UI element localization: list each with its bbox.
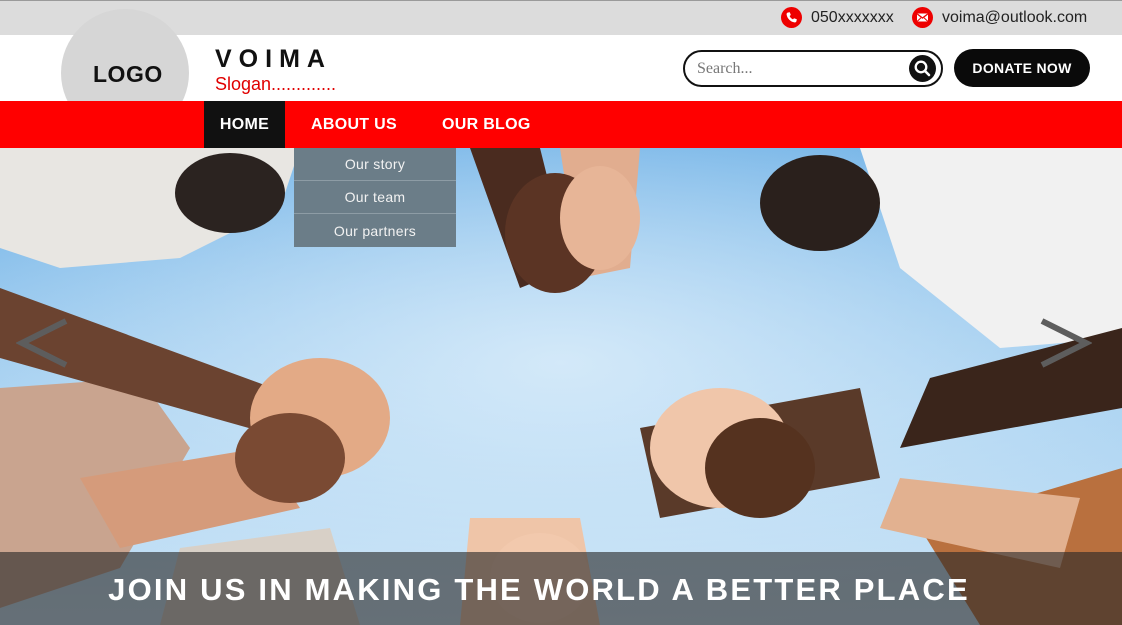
- nav-home[interactable]: HOME: [204, 101, 285, 148]
- dropdown-item-our-team[interactable]: Our team: [294, 181, 456, 214]
- logo-text: LOGO: [93, 61, 163, 87]
- main-nav: HOME ABOUT US OUR BLOG: [0, 101, 1122, 148]
- site-header: LOGO VOIMA Slogan............. DONATE NO…: [0, 9, 1122, 137]
- hero-caption-band: JOIN US IN MAKING THE WORLD A BETTER PLA…: [0, 552, 1122, 625]
- donate-button[interactable]: DONATE NOW: [954, 49, 1090, 87]
- nav-about-us[interactable]: ABOUT US: [311, 101, 397, 148]
- chevron-right-icon[interactable]: [1036, 315, 1092, 371]
- search-box: [683, 50, 943, 87]
- search-input[interactable]: [697, 58, 897, 80]
- dropdown-item-our-partners[interactable]: Our partners: [294, 214, 456, 247]
- email-contact[interactable]: voima@outlook.com: [912, 7, 1087, 28]
- dropdown-item-our-story[interactable]: Our story: [294, 148, 456, 181]
- hero-caption: JOIN US IN MAKING THE WORLD A BETTER PLA…: [108, 572, 970, 607]
- phone-icon: [781, 7, 802, 28]
- slogan: Slogan.............: [215, 74, 337, 94]
- phone-contact[interactable]: 050xxxxxxx: [781, 7, 894, 28]
- search-button[interactable]: [909, 55, 936, 82]
- chevron-left-icon[interactable]: [16, 315, 72, 371]
- nav-our-blog[interactable]: OUR BLOG: [442, 101, 531, 148]
- search-icon: [914, 60, 931, 77]
- brand-name: VOIMA: [215, 45, 332, 73]
- mail-icon: [912, 7, 933, 28]
- email-address: voima@outlook.com: [942, 8, 1088, 26]
- about-dropdown-menu: Our story Our team Our partners: [294, 148, 456, 247]
- phone-number: 050xxxxxxx: [811, 8, 894, 26]
